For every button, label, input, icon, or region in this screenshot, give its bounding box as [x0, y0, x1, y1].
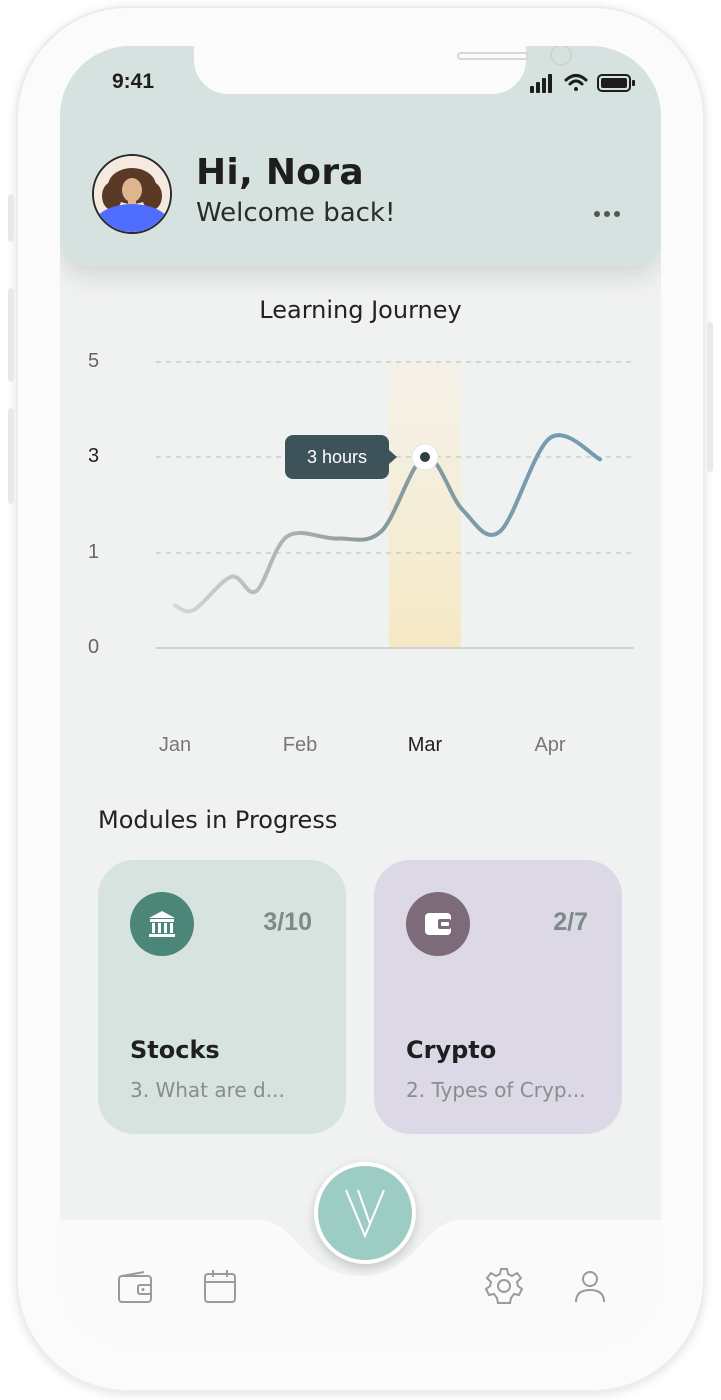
x-tick-label: Jan [158, 734, 192, 756]
side-button [8, 194, 14, 242]
y-tick-label: 1 [88, 541, 100, 563]
module-card-crypto[interactable]: 2/7 Crypto 2. Types of Cryp... [374, 860, 622, 1134]
learning-chart: 3 hours 0 1 3 5 Jan Feb Mar Apr [60, 336, 661, 756]
y-tick-label: 5 [88, 350, 100, 372]
tooltip: 3 hours [285, 435, 397, 479]
avatar-image [94, 156, 170, 232]
x-tick-label: Mar [407, 734, 443, 756]
battery-icon [597, 74, 635, 92]
home-logo-button[interactable] [314, 1162, 416, 1264]
data-point-dot [420, 452, 430, 462]
module-progress: 2/7 [553, 908, 588, 936]
side-button [8, 408, 14, 504]
module-progress: 3/10 [263, 908, 312, 936]
module-card-stocks[interactable]: 3/10 Stocks 3. What are d... [98, 860, 346, 1134]
profile-icon[interactable] [570, 1266, 610, 1306]
notch [194, 46, 572, 94]
signal-icon [530, 74, 552, 93]
speaker [457, 52, 529, 60]
side-button [8, 288, 14, 382]
highlight-band [389, 364, 461, 648]
wallet-icon [406, 892, 470, 956]
module-title: Crypto [406, 1036, 497, 1064]
more-horizontal-icon[interactable] [592, 202, 622, 226]
settings-icon[interactable] [484, 1266, 524, 1306]
header: 9:41 Hi, Nora Welcome back! [60, 46, 661, 266]
module-lesson: 2. Types of Cryp... [406, 1078, 586, 1102]
greeting-title: Hi, Nora [196, 152, 364, 193]
modules-title: Modules in Progress [98, 806, 338, 834]
bank-icon [130, 892, 194, 956]
avatar[interactable] [92, 154, 172, 234]
module-lesson: 3. What are d... [130, 1078, 285, 1102]
calendar-icon[interactable] [200, 1266, 240, 1306]
tooltip-label: 3 hours [307, 447, 367, 467]
wallet-icon[interactable] [116, 1268, 156, 1308]
y-tick-label: 3 [88, 445, 100, 467]
chart-svg: 3 hours [156, 361, 634, 649]
status-icons [530, 74, 635, 93]
wifi-icon [564, 74, 588, 91]
welcome-subtitle: Welcome back! [196, 198, 396, 228]
module-title: Stocks [130, 1036, 220, 1064]
app-screen: 9:41 Hi, Nora Welcome back! Learning Jou… [60, 46, 661, 1348]
logo-icon [345, 1189, 385, 1239]
chart-title: Learning Journey [259, 296, 462, 324]
x-tick-label: Apr [534, 734, 566, 756]
side-button [707, 322, 713, 472]
camera [550, 46, 572, 66]
y-tick-label: 0 [88, 636, 100, 658]
x-tick-label: Feb [282, 734, 318, 756]
status-time: 9:41 [112, 70, 155, 93]
